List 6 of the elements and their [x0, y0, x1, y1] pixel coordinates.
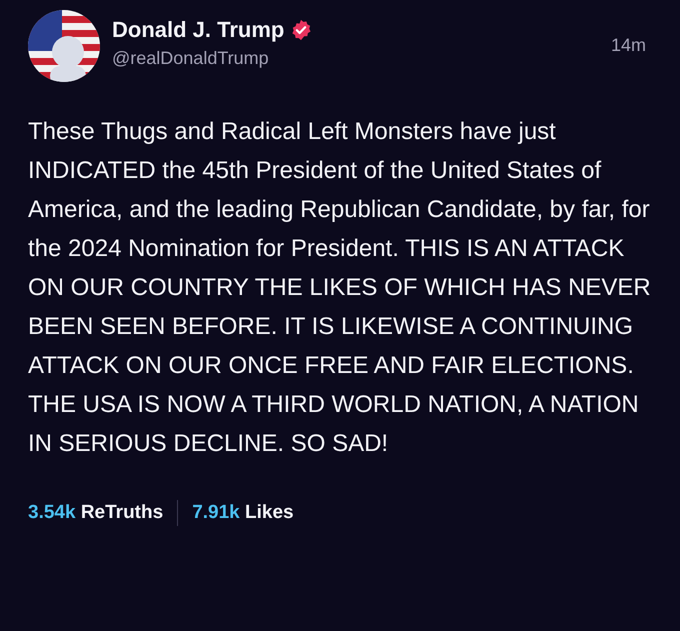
post-text: These Thugs and Radical Left Monsters have just INDICATED the 45th President of the United States of America, and the leading Republican Candidate, by far, for the 2024 Nomination for President. THIS IS AN ATTACK ON OUR COUNTRY THE LIKES OF WHICH HAS NEVER BEEN SEEN BEFORE. IT IS LIKEWISE A CONTINUING ATTACK ON OUR ONCE FREE AND FAIR ELECTIONS. THE USA IS NOW A THIRD WORLD NATION, A NATION IN SERIOUS DECLINE. SO SAD! — [28, 117, 652, 459]
post-time: 14m — [610, 34, 647, 57]
author-name[interactable]: Donald J. Trump — [112, 16, 284, 44]
author-handle[interactable]: @realDonaldTrump — [112, 44, 599, 72]
stat-link[interactable]: 3.54k ReTruths — [28, 499, 164, 528]
stat-link[interactable]: 7.91k Likes — [192, 499, 294, 528]
